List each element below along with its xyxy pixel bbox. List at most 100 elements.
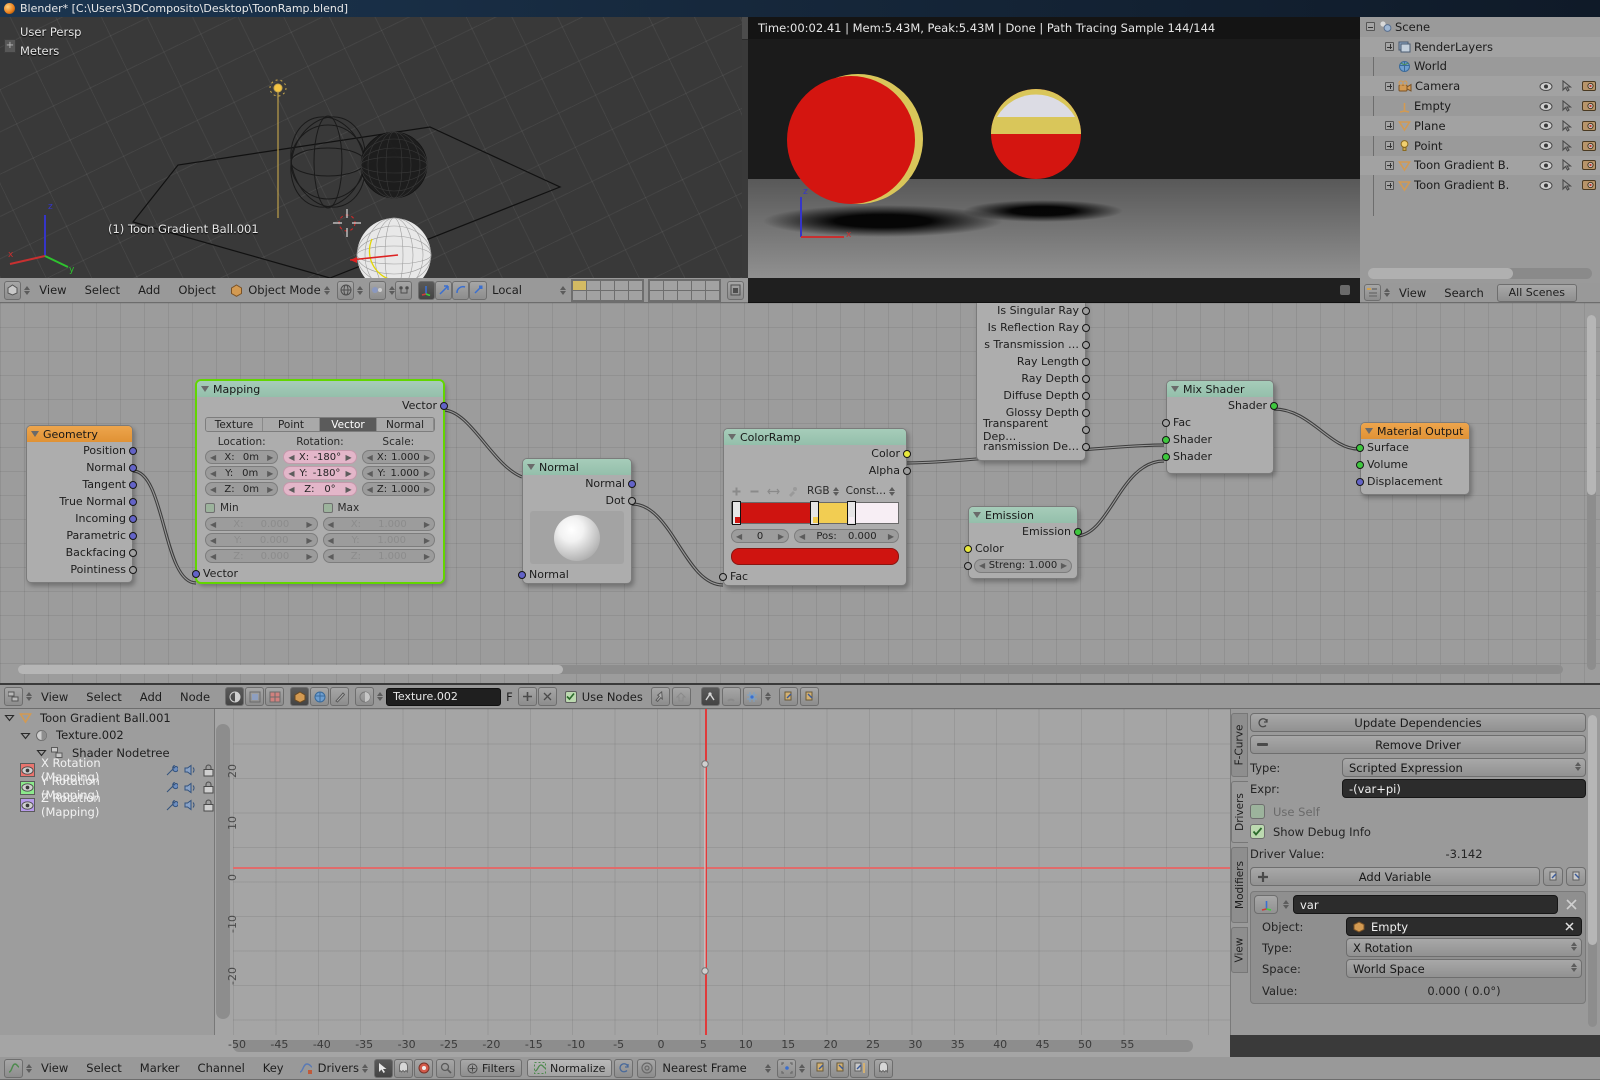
- colorramp-remove-stop-icon[interactable]: [749, 486, 760, 497]
- socket-color-out[interactable]: [903, 450, 911, 458]
- outliner-expander[interactable]: [1366, 22, 1375, 31]
- show-hidden-icon[interactable]: [436, 1059, 455, 1078]
- socket-true-normal[interactable]: [129, 498, 137, 506]
- editor-type-3dview-icon[interactable]: [4, 281, 21, 300]
- graph-channel-row[interactable]: Z Rotation (Mapping): [0, 797, 214, 815]
- channel-visibility-icon[interactable]: [20, 798, 35, 812]
- socket-position[interactable]: [129, 447, 137, 455]
- pivot-center-icon[interactable]: [777, 1059, 796, 1078]
- restrict-render-icon[interactable]: [1582, 100, 1596, 112]
- ghost-frames-icon[interactable]: [874, 1059, 893, 1078]
- interaction-mode-spinner[interactable]: [324, 286, 330, 295]
- restrict-select-icon[interactable]: [1562, 179, 1573, 191]
- outliner-display-mode[interactable]: All Scenes: [1497, 284, 1577, 302]
- variable-name-field[interactable]: var: [1293, 895, 1558, 914]
- image-editor-handle[interactable]: [1340, 285, 1350, 295]
- socket-fac-in[interactable]: [719, 573, 727, 581]
- auto-snap-label[interactable]: Nearest Frame: [662, 1061, 762, 1075]
- mapping-scale-y[interactable]: ◀Y:1.000▶: [362, 466, 435, 480]
- auto-normalize-icon[interactable]: [614, 1059, 633, 1078]
- add-variable-button[interactable]: Add Variable: [1250, 867, 1540, 886]
- expand-triangle-icon[interactable]: [4, 712, 15, 723]
- properties-vscrollbar[interactable]: [1588, 715, 1597, 1027]
- mapping-tab-point[interactable]: Point: [263, 418, 320, 431]
- restrict-view-icon[interactable]: [1539, 81, 1553, 92]
- outliner-expander[interactable]: [1385, 181, 1394, 190]
- mapping-min-checkbox[interactable]: [205, 503, 215, 513]
- colorramp-gradient-bar[interactable]: [731, 502, 899, 524]
- node-snap-spinner[interactable]: [765, 692, 771, 701]
- outliner-row[interactable]: World: [1360, 57, 1600, 77]
- node-mix-shader[interactable]: Mix Shader Shader Fac Shader Shader: [1166, 380, 1274, 474]
- driver-wrench-icon[interactable]: [165, 781, 178, 794]
- scale-manipulator-icon[interactable]: [469, 281, 486, 300]
- graph-menu-key[interactable]: Key: [254, 1058, 293, 1078]
- socket-is-transmission-ray[interactable]: [1082, 341, 1090, 349]
- socket-vector-out[interactable]: [440, 402, 448, 410]
- node-collapse-triangle-icon[interactable]: [973, 512, 981, 518]
- graph-channel-group[interactable]: Texture.002: [0, 727, 214, 745]
- outliner-row[interactable]: Point: [1360, 136, 1600, 156]
- variable-channel-spinner[interactable]: [1571, 942, 1577, 951]
- properties-vertical-tabs[interactable]: F-CurveDriversModifiersView: [1231, 713, 1249, 977]
- socket-emission-out[interactable]: [1074, 528, 1082, 536]
- viewport-shading-icon[interactable]: [337, 281, 354, 300]
- lock-camera-icon[interactable]: [727, 281, 744, 300]
- transform-orientation-label[interactable]: Local: [492, 283, 557, 297]
- channel-mute-icon[interactable]: [184, 799, 197, 811]
- socket-normal-in[interactable]: [518, 571, 526, 579]
- outliner-row[interactable]: Camera: [1360, 76, 1600, 96]
- transform-orientation-spinner[interactable]: [560, 286, 566, 295]
- colorramp-stop-0[interactable]: [732, 501, 741, 525]
- viewport-menu-object[interactable]: Object: [169, 280, 224, 300]
- filters-button[interactable]: Filters: [460, 1059, 522, 1077]
- socket-volume-in[interactable]: [1356, 461, 1364, 469]
- normalize-button[interactable]: Normalize: [527, 1059, 612, 1077]
- node-light-path[interactable]: Is Singular Ray Is Reflection Ray s Tran…: [976, 303, 1086, 461]
- colorramp-interpolation[interactable]: Const…: [846, 485, 887, 497]
- socket-ray-length[interactable]: [1082, 358, 1090, 366]
- graph-menu-select[interactable]: Select: [77, 1058, 130, 1078]
- colorramp-color-mode-spinner[interactable]: [833, 487, 839, 496]
- restrict-render-icon[interactable]: [1582, 120, 1596, 132]
- mapping-location-z[interactable]: ◀Z:0m▶: [205, 482, 278, 496]
- unlink-material-button[interactable]: [538, 687, 557, 706]
- mapping-type-tabs[interactable]: Texture Point Vector Normal: [205, 417, 435, 432]
- outliner-expander[interactable]: [1385, 82, 1394, 91]
- viewport-menu-view[interactable]: View: [30, 280, 75, 300]
- pin-node-tree-icon[interactable]: [651, 687, 670, 706]
- viewport-3d[interactable]: z x y User Persp Meters (1) Toon Gradien…: [0, 17, 742, 278]
- restrict-select-icon[interactable]: [1562, 159, 1573, 171]
- copy-keyframes-icon[interactable]: [810, 1059, 829, 1078]
- node-collapse-triangle-icon[interactable]: [1171, 386, 1179, 392]
- paste-node-icon[interactable]: [800, 687, 819, 706]
- outliner-row[interactable]: RenderLayers: [1360, 37, 1600, 57]
- channel-lock-icon[interactable]: [203, 799, 214, 812]
- colorramp-index-field[interactable]: ◀0▶: [731, 529, 789, 543]
- channel-mute-icon[interactable]: [184, 782, 197, 794]
- colorramp-interpolation-spinner[interactable]: [889, 487, 895, 496]
- mapping-max-x[interactable]: ◀X:1.000▶: [323, 517, 436, 531]
- socket-fac-in[interactable]: [1162, 419, 1170, 427]
- driver-wrench-icon[interactable]: [165, 799, 178, 812]
- restrict-render-icon[interactable]: [1582, 159, 1596, 171]
- socket-backfacing[interactable]: [129, 549, 137, 557]
- colorramp-stop-1[interactable]: [810, 501, 819, 525]
- node-editor-hscrollbar[interactable]: [18, 665, 1563, 674]
- outliner-expander[interactable]: [1385, 161, 1394, 170]
- delete-variable-button[interactable]: [1560, 898, 1582, 911]
- node-editor-vscrollbar[interactable]: [1587, 315, 1596, 670]
- socket-transmission-depth[interactable]: [1082, 443, 1090, 451]
- socket-normal[interactable]: [129, 464, 137, 472]
- outliner-expander[interactable]: [1385, 141, 1394, 150]
- socket-alpha-out[interactable]: [903, 467, 911, 475]
- remove-driver-button[interactable]: Remove Driver: [1250, 735, 1586, 754]
- restrict-select-icon[interactable]: [1562, 80, 1573, 92]
- node-normal[interactable]: Normal Normal Dot Normal: [522, 458, 632, 584]
- driver-properties-panel[interactable]: F-CurveDriversModifiersView Update Depen…: [1230, 709, 1600, 1035]
- socket-glossy-depth[interactable]: [1082, 409, 1090, 417]
- render-result-view[interactable]: z x (1) Toon Gradient Ball.001: [748, 17, 1360, 300]
- socket-ray-depth[interactable]: [1082, 375, 1090, 383]
- node-material-output-header[interactable]: Material Output: [1361, 423, 1469, 439]
- outliner-expander[interactable]: [1385, 42, 1394, 51]
